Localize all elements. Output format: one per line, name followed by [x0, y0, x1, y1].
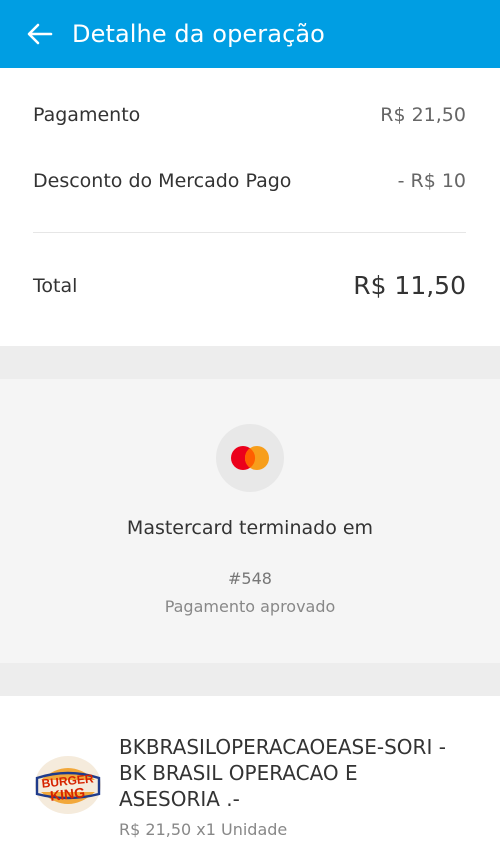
burger-king-logo: BURGER KING	[33, 754, 103, 816]
payment-label: Pagamento	[33, 104, 141, 126]
arrow-left-icon	[27, 23, 53, 45]
mastercard-icon	[231, 446, 269, 470]
total-label: Total	[33, 274, 78, 297]
card-description: Mastercard terminado em	[126, 517, 374, 539]
total-row: Total R$ 11,50	[33, 271, 466, 300]
mastercard-logo	[216, 424, 284, 492]
merchant-name: BKBRASILOPERACAOEASE-SORI - BK BRASIL OP…	[119, 735, 446, 811]
discount-label: Desconto do Mercado Pago	[33, 170, 292, 192]
page-title: Detalhe da operação	[72, 20, 325, 48]
total-value: R$ 11,50	[353, 271, 466, 300]
payment-value: R$ 21,50	[380, 104, 466, 126]
merchant-price: R$ 21,50 x1 Unidade	[119, 820, 288, 839]
back-button[interactable]	[12, 6, 68, 62]
section-gap	[0, 663, 500, 696]
section-gap	[0, 346, 500, 379]
summary-divider	[33, 232, 466, 233]
payment-method-card: Mastercard terminado em #548 Pagamento a…	[0, 379, 500, 663]
app-header: Detalhe da operação	[0, 0, 500, 68]
payment-row: Pagamento R$ 21,50	[33, 104, 466, 126]
discount-row: Desconto do Mercado Pago - R$ 10	[33, 170, 466, 192]
operation-code: #548	[228, 569, 272, 588]
payment-status: Pagamento aprovado	[164, 597, 336, 616]
merchant-item: BURGER KING BKBRASILOPERACAOEASE-SORI - …	[0, 696, 500, 845]
discount-value: - R$ 10	[397, 170, 466, 192]
payment-summary: Pagamento R$ 21,50 Desconto do Mercado P…	[0, 68, 500, 346]
